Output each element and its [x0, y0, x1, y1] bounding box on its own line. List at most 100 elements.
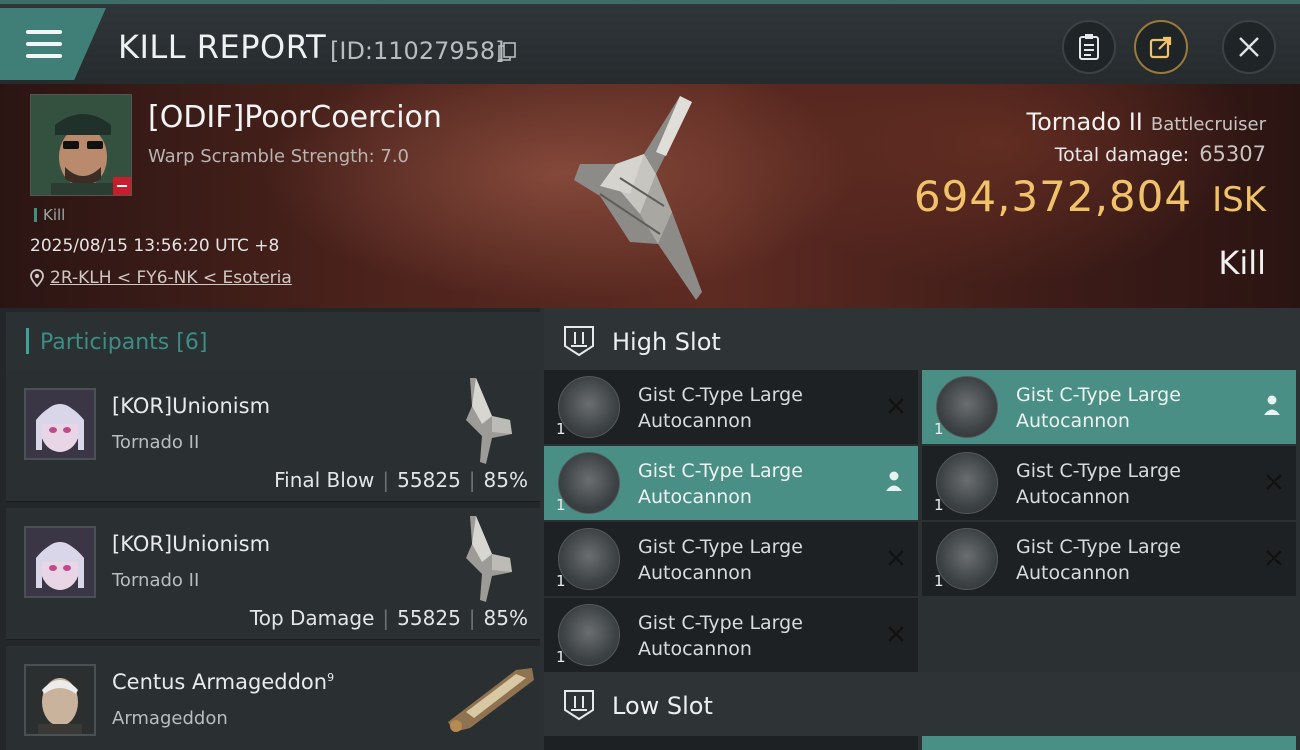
module-name: Gist C-Type Large Autocannon [1016, 384, 1181, 432]
participant-ship-image [466, 378, 512, 464]
share-button[interactable] [1134, 20, 1188, 74]
x-icon [1266, 474, 1282, 490]
autocannon-icon [936, 376, 998, 438]
module-item[interactable] [922, 736, 1296, 750]
participant-name-superscript: 9 [327, 671, 335, 684]
module-item[interactable]: 1 Gist C-Type Large Autocannon [544, 446, 918, 520]
high-slot-icon [564, 326, 594, 357]
close-icon [1239, 37, 1259, 57]
low-slot-icon [564, 690, 594, 721]
stat-damage: 55825 [397, 606, 461, 630]
participant-stats: Final Blow | 55825 | 85% [274, 468, 528, 492]
module-quantity: 1 [556, 572, 566, 590]
report-id: [ID:11027958] [330, 37, 505, 65]
clipboard-icon [1079, 34, 1099, 60]
module-item[interactable]: 1 Gist C-Type Large Autocannon [544, 370, 918, 444]
participant-ship: Armageddon [112, 708, 228, 729]
close-button[interactable] [1222, 20, 1276, 74]
autocannon-icon [558, 452, 620, 514]
person-icon [1264, 395, 1280, 415]
location-text[interactable]: 2R-KLH < FY6-NK < Esoteria [50, 268, 292, 288]
autocannon-icon [936, 452, 998, 514]
location-link[interactable]: 2R-KLH < FY6-NK < Esoteria [30, 268, 292, 288]
total-damage-label: Total damage: [1054, 144, 1190, 166]
hamburger-icon [26, 30, 62, 58]
total-damage: Total damage: 65307 [1055, 142, 1266, 166]
stat-label: Final Blow [274, 468, 375, 492]
kill-tag: Kill [34, 206, 65, 224]
participant-ship-image [466, 516, 512, 602]
module-item[interactable]: 1 Gist C-Type Large Autocannon [922, 446, 1296, 520]
fitting-panel: High Slot 1 Gist C-Type Large Autocannon … [540, 308, 1300, 750]
victim-name[interactable]: [ODIF]PoorCoercion [148, 100, 442, 135]
stat-percent: 85% [483, 606, 528, 630]
copy-icon[interactable] [498, 42, 516, 62]
kill-datetime: 2025/08/15 13:56:20 UTC +8 [30, 236, 280, 256]
kill-result: Kill [1218, 244, 1266, 282]
low-slot-header: Low Slot [544, 672, 1300, 736]
autocannon-icon [558, 376, 620, 438]
participant-name[interactable]: [KOR]Unionism [112, 532, 270, 556]
location-pin-icon [30, 269, 44, 287]
victim-ship-type: Tornado II Battlecruiser [1027, 108, 1266, 136]
participants-header: Participants [6] [6, 312, 540, 370]
participant-stats: Top Damage | 55825 | 85% [249, 606, 528, 630]
stat-label: Top Damage [249, 606, 375, 630]
isk-unit: ISK [1212, 180, 1266, 220]
module-item[interactable]: 1 Gist C-Type Large Autocannon [544, 598, 918, 672]
participant-ship-image [448, 668, 534, 732]
participant-avatar[interactable] [24, 526, 96, 598]
module-name: Gist C-Type Large Autocannon [1016, 460, 1181, 508]
stat-percent: 85% [483, 468, 528, 492]
module-name: Gist C-Type Large Autocannon [638, 612, 803, 660]
module-item[interactable]: 1 Gist C-Type Large Autocannon [922, 522, 1296, 596]
module-name: Gist C-Type Large Autocannon [638, 460, 803, 508]
warp-scramble-text: Warp Scramble Strength: 7.0 [148, 146, 410, 167]
x-icon [888, 398, 904, 414]
participant-portrait [26, 666, 94, 734]
clipboard-button[interactable] [1062, 20, 1116, 74]
page-title: KILL REPORT [118, 28, 327, 66]
menu-button[interactable] [0, 8, 106, 80]
participant-ship: Tornado II [112, 570, 200, 591]
module-item[interactable]: 1 Gist C-Type Large Autocannon [922, 370, 1296, 444]
low-slot-label: Low Slot [612, 692, 713, 720]
hostile-badge [113, 177, 131, 195]
ship-name: Tornado II [1026, 108, 1143, 136]
high-slot-label: High Slot [612, 328, 721, 356]
participant-card[interactable]: Centus Armageddon9 Armageddon [6, 646, 540, 750]
person-icon [886, 471, 902, 491]
module-name: Gist C-Type Large Autocannon [638, 536, 803, 584]
victim-ship-image [574, 96, 702, 300]
module-quantity: 1 [934, 420, 944, 438]
participant-avatar[interactable] [24, 664, 96, 736]
high-slot-header: High Slot [544, 308, 1300, 372]
participants-count: [6] [176, 330, 208, 355]
stat-damage: 55825 [397, 468, 461, 492]
participant-name[interactable]: [KOR]Unionism [112, 394, 270, 418]
victim-banner: [ODIF]PoorCoercion Warp Scramble Strengt… [0, 84, 1300, 308]
module-item[interactable]: 1 Gist C-Type Large Autocannon [544, 522, 918, 596]
participant-name-text: Centus Armageddon [112, 670, 328, 694]
autocannon-icon [936, 528, 998, 590]
participant-name[interactable]: Centus Armageddon9 [112, 670, 334, 694]
share-icon [1149, 36, 1172, 59]
isk-amount: 694,372,804 [913, 172, 1193, 221]
participant-card[interactable]: [KOR]Unionism Tornado II Top Damage | 5582… [6, 508, 540, 640]
participant-card[interactable]: [KOR]Unionism Tornado II Final Blow | 5582… [6, 370, 540, 502]
x-icon [1266, 550, 1282, 566]
ship-class: Battlecruiser [1150, 114, 1266, 135]
module-name: Gist C-Type Large Autocannon [638, 384, 803, 432]
x-icon [888, 550, 904, 566]
module-quantity: 1 [934, 572, 944, 590]
participant-ship: Tornado II [112, 432, 200, 453]
autocannon-icon [558, 604, 620, 666]
x-icon [888, 626, 904, 642]
module-item[interactable] [544, 736, 918, 750]
isk-value: 694,372,804 ISK [914, 172, 1266, 221]
participants-panel: Participants [6] [KOR]Unionism Tornado I… [0, 308, 540, 750]
module-quantity: 1 [934, 496, 944, 514]
total-damage-value: 65307 [1199, 142, 1266, 166]
participant-avatar[interactable] [24, 388, 96, 460]
victim-avatar[interactable] [30, 94, 132, 196]
